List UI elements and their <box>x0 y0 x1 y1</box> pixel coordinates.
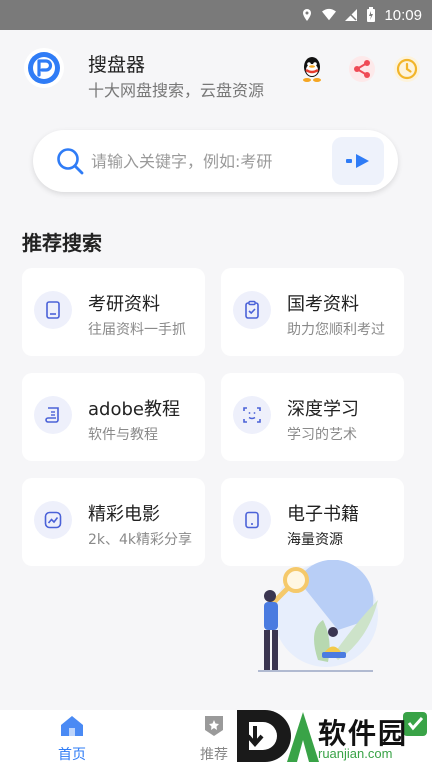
qq-button[interactable] <box>295 52 329 86</box>
home-icon <box>61 716 83 736</box>
document-icon <box>46 301 60 319</box>
search-icon <box>57 148 84 175</box>
send-arrow-icon <box>346 154 369 168</box>
card-ebooks[interactable]: 电子书籍 海量资源 <box>221 478 404 566</box>
history-icon <box>394 56 420 82</box>
search-submit-button[interactable] <box>332 137 384 185</box>
app-subtitle: 十大网盘搜索，云盘资源 <box>88 81 265 100</box>
card-title: adobe教程 <box>88 399 180 420</box>
face-scan-icon <box>243 407 261 423</box>
card-movies[interactable]: 精彩电影 2k、4k精彩分享 <box>22 478 205 566</box>
card-icon-wrap <box>34 291 72 329</box>
nav-home-label: 首页 <box>58 747 86 763</box>
card-icon-wrap <box>34 501 72 539</box>
watermark-url: ruanjian.com <box>318 746 393 761</box>
history-button[interactable] <box>390 52 424 86</box>
status-time: 10:09 <box>384 6 422 24</box>
card-title: 精彩电影 <box>88 504 160 525</box>
card-subtitle: 助力您顺利考过 <box>287 322 385 338</box>
section-title: 推荐搜索 <box>22 231 102 255</box>
search-input[interactable] <box>91 144 346 178</box>
card-subtitle: 学习的艺术 <box>287 427 357 443</box>
app-title: 搜盘器 <box>88 54 146 76</box>
battery-icon <box>367 7 376 22</box>
card-deep-learning[interactable]: 深度学习 学习的艺术 <box>221 373 404 461</box>
card-icon-wrap <box>233 501 271 539</box>
card-title: 考研资料 <box>88 294 160 315</box>
card-icon-wrap <box>34 396 72 434</box>
card-adobe[interactable]: adobe教程 软件与教程 <box>22 373 205 461</box>
search-bar <box>33 130 398 192</box>
logo-p-icon <box>28 52 60 84</box>
badge-icon <box>205 716 223 736</box>
people-illustration <box>258 560 378 672</box>
card-kaoyan[interactable]: 考研资料 往届资料一手抓 <box>22 268 205 356</box>
card-subtitle: 海量资源 <box>287 532 343 548</box>
card-title: 深度学习 <box>287 399 359 420</box>
card-icon-wrap <box>233 396 271 434</box>
qq-icon <box>303 57 321 82</box>
card-subtitle: 往届资料一手抓 <box>88 322 186 338</box>
trend-icon <box>44 511 62 529</box>
card-icon-wrap <box>233 291 271 329</box>
wifi-icon <box>322 8 337 21</box>
status-bar: 10:09 <box>0 0 432 30</box>
card-subtitle: 2k、4k精彩分享 <box>88 532 193 548</box>
card-guokao[interactable]: 国考资料 助力您顺利考过 <box>221 268 404 356</box>
tablet-icon <box>245 511 259 529</box>
card-title: 国考资料 <box>287 294 359 315</box>
signal-icon <box>345 9 358 21</box>
location-icon <box>303 9 312 21</box>
card-title: 电子书籍 <box>287 504 359 525</box>
share-icon <box>349 56 375 82</box>
nav-home[interactable]: 首页 <box>42 714 102 764</box>
app-header: 搜盘器 十大网盘搜索，云盘资源 <box>0 30 432 120</box>
share-button[interactable] <box>345 52 379 86</box>
app-logo <box>24 48 64 88</box>
clipboard-check-icon <box>245 300 259 319</box>
scroll-icon <box>45 407 59 423</box>
card-subtitle: 软件与教程 <box>88 427 158 443</box>
